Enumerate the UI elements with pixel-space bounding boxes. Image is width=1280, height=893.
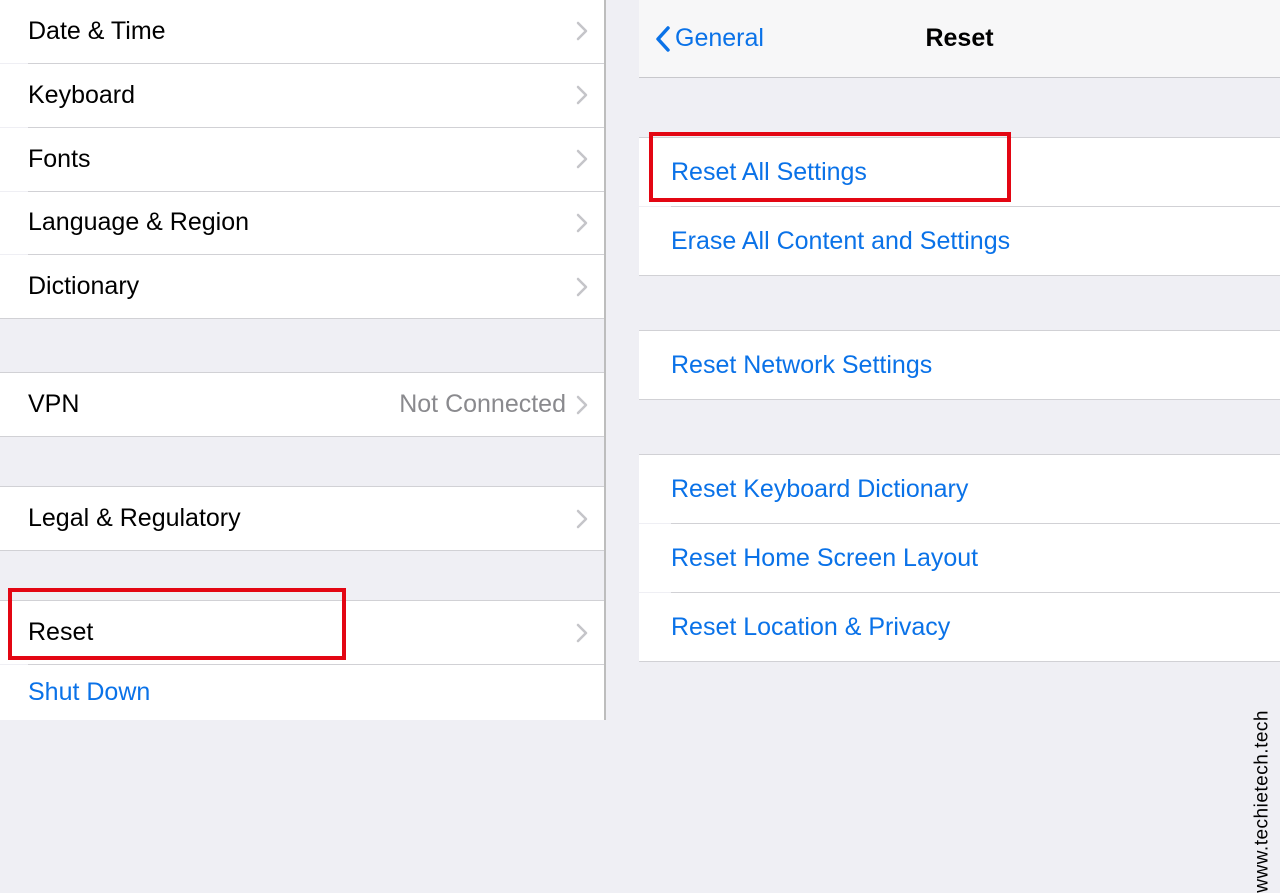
row-reset-network[interactable]: Reset Network Settings <box>639 331 1280 399</box>
row-label: Legal & Regulatory <box>28 504 576 533</box>
chevron-right-icon <box>576 509 588 529</box>
watermark-text: www.techietech.tech <box>1252 710 1274 893</box>
chevron-left-icon <box>655 26 671 52</box>
row-label: VPN <box>28 390 399 419</box>
row-label: Fonts <box>28 145 576 174</box>
row-fonts[interactable]: Fonts <box>0 128 604 191</box>
chevron-right-icon <box>576 213 588 233</box>
group-gap <box>639 78 1280 138</box>
group-gap <box>639 275 1280 331</box>
row-legal-regulatory[interactable]: Legal & Regulatory <box>0 487 604 550</box>
row-reset-all-settings[interactable]: Reset All Settings <box>639 138 1280 206</box>
row-dictionary[interactable]: Dictionary <box>0 255 604 318</box>
back-button[interactable]: General <box>655 24 764 53</box>
row-label: Keyboard <box>28 81 576 110</box>
page-title: Reset <box>925 24 993 53</box>
chevron-right-icon <box>576 21 588 41</box>
row-label: Dictionary <box>28 272 576 301</box>
chevron-right-icon <box>576 395 588 415</box>
nav-header: General Reset <box>639 0 1280 78</box>
panel-divider <box>605 0 639 720</box>
row-date-time[interactable]: Date & Time <box>0 0 604 63</box>
chevron-right-icon <box>576 149 588 169</box>
row-label: Reset Keyboard Dictionary <box>671 475 1264 504</box>
row-label: Reset Location & Privacy <box>671 613 1264 642</box>
back-label: General <box>675 24 764 53</box>
row-label: Reset Network Settings <box>671 351 1264 380</box>
group-gap <box>0 318 604 373</box>
row-keyboard[interactable]: Keyboard <box>0 64 604 127</box>
row-label: Reset All Settings <box>671 158 1264 187</box>
group-gap <box>639 661 1280 709</box>
row-label: Language & Region <box>28 208 576 237</box>
row-shut-down[interactable]: Shut Down <box>0 665 604 720</box>
row-erase-all-content[interactable]: Erase All Content and Settings <box>639 207 1280 275</box>
row-language-region[interactable]: Language & Region <box>0 192 604 255</box>
row-vpn[interactable]: VPN Not Connected <box>0 373 604 436</box>
row-reset[interactable]: Reset <box>0 601 604 664</box>
row-label: Date & Time <box>28 17 576 46</box>
row-reset-home-screen[interactable]: Reset Home Screen Layout <box>639 524 1280 592</box>
reset-settings-right-panel: General Reset Reset All Settings Erase A… <box>639 0 1280 720</box>
row-reset-keyboard-dictionary[interactable]: Reset Keyboard Dictionary <box>639 455 1280 523</box>
group-gap <box>639 399 1280 455</box>
row-label: Erase All Content and Settings <box>671 227 1264 256</box>
chevron-right-icon <box>576 277 588 297</box>
row-label: Reset <box>28 618 576 647</box>
chevron-right-icon <box>576 623 588 643</box>
general-settings-left-panel: Date & Time Keyboard Fonts Language & Re… <box>0 0 605 720</box>
row-label: Shut Down <box>28 678 588 707</box>
chevron-right-icon <box>576 85 588 105</box>
row-reset-location-privacy[interactable]: Reset Location & Privacy <box>639 593 1280 661</box>
row-value: Not Connected <box>399 390 566 419</box>
group-gap <box>0 550 604 601</box>
group-gap <box>0 436 604 487</box>
row-label: Reset Home Screen Layout <box>671 544 1264 573</box>
